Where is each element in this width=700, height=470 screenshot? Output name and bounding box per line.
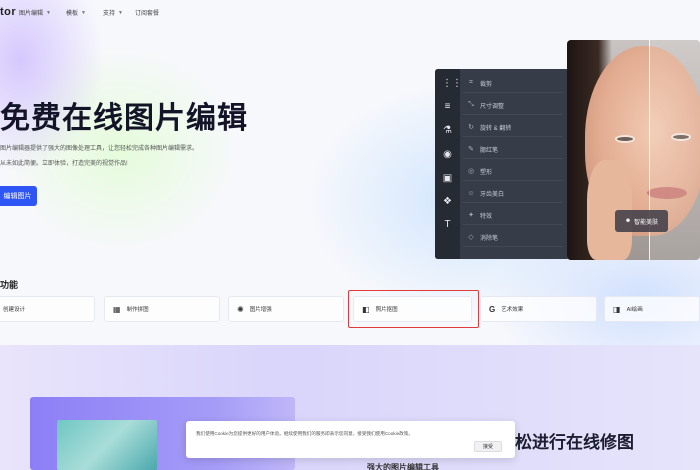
ai-icon: ◨	[613, 304, 621, 314]
hero-description-line2: 从未如此简便。立即体验，打造完美的视觉作品!	[0, 161, 128, 167]
lower-section-subtitle: 强大的图片编辑工具	[367, 463, 439, 470]
sliders-icon[interactable]: ≡	[442, 101, 453, 112]
nav-item-label: 订阅套餐	[135, 11, 160, 17]
menu-item-label: 腮红笔	[480, 147, 499, 154]
feature-label: AI绘画	[626, 307, 643, 313]
nav-item-label: 图片编辑	[19, 11, 44, 17]
menu-item-label: 裁剪	[480, 81, 493, 88]
feature-ai-drawing[interactable]: ◨ AI绘画	[604, 296, 700, 322]
menu-item-resize[interactable]: ⤡ 尺寸调整	[463, 96, 563, 115]
badge-label: 智能美肤	[634, 219, 659, 226]
lower-preview-image	[57, 420, 157, 470]
tool-rail: ⋮⋮ ≡ ⚗ ◉ ▣ ❖ T	[435, 69, 462, 259]
feature-enhance[interactable]: ✺ 图片增强	[228, 296, 344, 322]
cutout-icon: ◧	[362, 304, 370, 314]
crop-icon: ⌗	[469, 79, 473, 86]
feature-art-effect[interactable]: G 艺术效果	[480, 296, 597, 322]
cookie-banner: 我们使用Cookie为您提供更好的用户体验。继续使用我们的服务即表示您同意，接受…	[186, 421, 515, 458]
text-icon[interactable]: T	[442, 219, 453, 230]
feature-label: 艺术效果	[501, 307, 524, 313]
teeth-icon: ☺	[467, 189, 475, 197]
hero-title: 免费在线图片编辑	[0, 102, 248, 135]
lower-section-title: 松进行在线修图	[515, 433, 634, 452]
accept-cookie-button[interactable]: 接受	[474, 441, 502, 452]
skin-smooth-icon: ☻	[624, 218, 632, 224]
smart-skin-badge[interactable]: ☻ 智能美肤	[615, 210, 668, 232]
menu-item-crop[interactable]: ⌗ 裁剪	[463, 74, 563, 93]
feature-label: 制作拼图	[126, 307, 149, 313]
feature-collage[interactable]: ▦ 制作拼图	[104, 296, 220, 322]
nav-item-label: 支持	[103, 11, 116, 17]
menu-item-label: 牙齿美白	[480, 191, 505, 198]
enhance-icon: ✺	[237, 304, 244, 314]
grid-icon[interactable]: ⋮⋮	[442, 78, 462, 89]
nav-item-pricing[interactable]: 订阅套餐	[135, 8, 159, 17]
eye-icon[interactable]: ◉	[442, 149, 453, 160]
feature-cutout[interactable]: ◧ 照片抠图	[353, 296, 472, 322]
features-title: 功能	[0, 280, 19, 290]
menu-item-label: 塑形	[480, 169, 493, 176]
menu-item-teeth-whitening[interactable]: ☺ 牙齿美白	[463, 184, 563, 203]
eraser-icon: ◇	[468, 234, 474, 241]
edit-image-button[interactable]: 编辑图片	[0, 186, 37, 206]
chevron-down-icon: ▼	[46, 9, 51, 16]
nav-item-templates[interactable]: 模板 ▼	[66, 8, 86, 18]
editor-preview-panel: ⋮⋮ ≡ ⚗ ◉ ▣ ❖ T ⌗ 裁剪 ⤡ 尺寸调整 ↻ 旋转 & 翻转 ✎ 腮…	[435, 69, 570, 259]
reshape-icon: ◎	[467, 168, 475, 175]
chevron-down-icon: ▼	[118, 9, 123, 16]
collage-icon: ▦	[113, 304, 121, 314]
flask-icon[interactable]: ⚗	[442, 125, 453, 136]
feature-label: 创建设计	[3, 307, 26, 313]
menu-item-label: 消除笔	[480, 235, 499, 242]
cookie-text: 我们使用Cookie为您提供更好的用户体验。继续使用我们的服务即表示您同意，接受…	[196, 431, 413, 436]
rotate-icon: ↻	[468, 124, 474, 131]
feature-label: 照片抠图	[375, 307, 398, 313]
logo[interactable]: tor	[0, 6, 16, 18]
menu-item-blush-brush[interactable]: ✎ 腮红笔	[463, 140, 563, 159]
shapes-icon[interactable]: ❖	[442, 196, 453, 207]
feature-label: 图片增强	[249, 307, 272, 313]
brush-icon: ✎	[468, 146, 474, 153]
nav-item-support[interactable]: 支持 ▼	[103, 8, 123, 18]
menu-item-effects[interactable]: ✦ 特效	[463, 206, 563, 225]
effects-icon: ✦	[468, 212, 474, 219]
menu-item-label: 旋转 & 翻转	[480, 125, 512, 132]
left-eye-shape	[615, 135, 635, 143]
frame-icon[interactable]: ▣	[442, 173, 453, 184]
menu-item-label: 尺寸调整	[480, 103, 505, 110]
menu-item-reshape[interactable]: ◎ 塑形	[463, 162, 563, 181]
resize-icon: ⤡	[468, 101, 474, 108]
menu-item-rotate[interactable]: ↻ 旋转 & 翻转	[463, 118, 563, 137]
chevron-down-icon: ▼	[81, 9, 86, 16]
nav-item-image-edit[interactable]: 图片编辑 ▼	[19, 8, 51, 18]
top-nav: tor 图片编辑 ▼ 模板 ▼ 支持 ▼ 订阅套餐	[0, 0, 700, 26]
art-effect-icon: G	[489, 304, 496, 314]
menu-item-eraser[interactable]: ◇ 消除笔	[463, 228, 563, 247]
nav-item-label: 模板	[66, 11, 79, 17]
menu-item-label: 特效	[480, 213, 493, 220]
hero-description-line1: 图片编辑器提供了强大的图像处理工具，让您轻松完成各种图片编辑需求。	[0, 146, 199, 152]
feature-create-design[interactable]: 创建设计	[0, 296, 95, 322]
